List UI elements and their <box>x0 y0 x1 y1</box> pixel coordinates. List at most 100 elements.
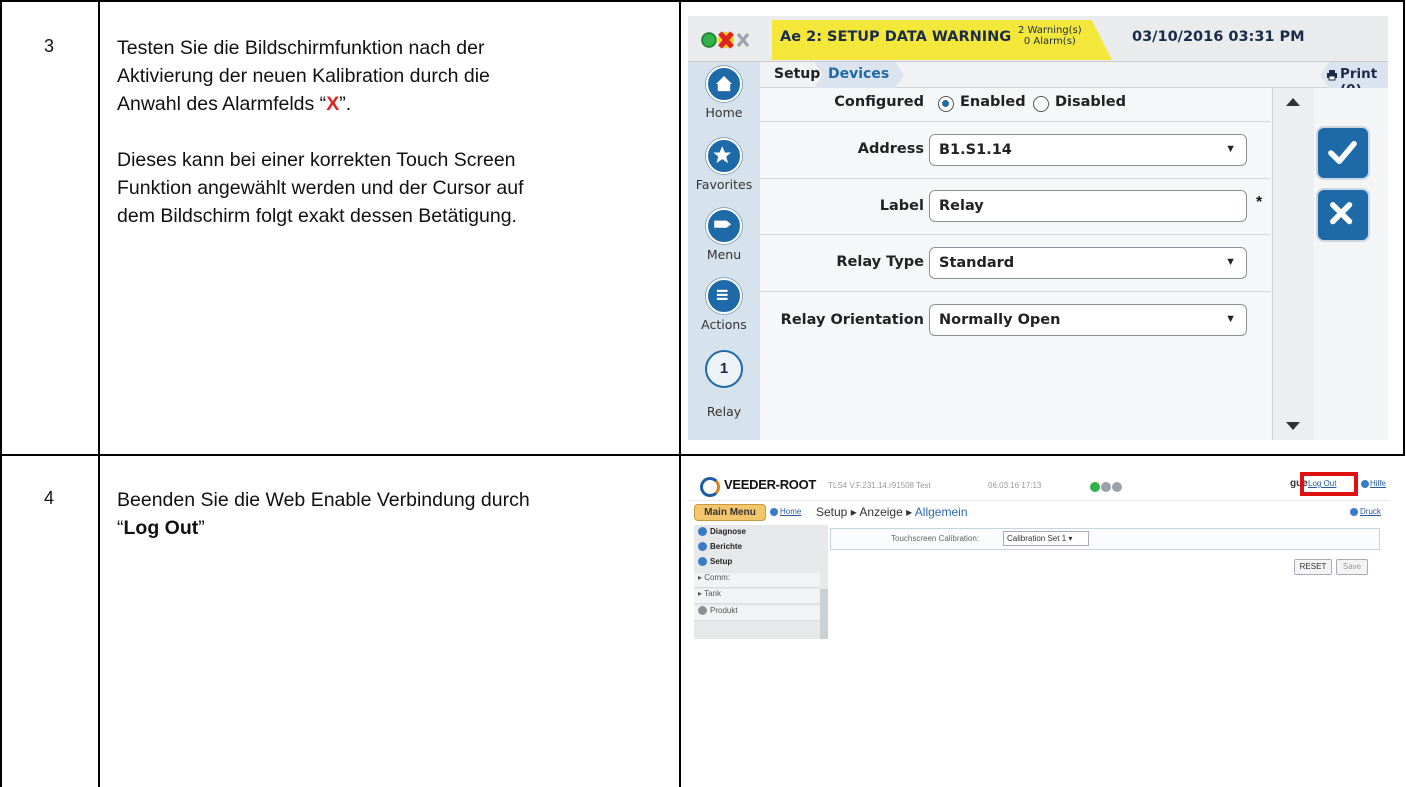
cancel-button[interactable] <box>1316 188 1370 242</box>
scroll-down-icon[interactable] <box>1286 422 1300 430</box>
warning-count: 2 Warning(s) 0 Alarm(s) <box>1018 25 1082 47</box>
step-description: Testen Sie die Bildschirmfunktion nach d… <box>117 34 667 258</box>
orientation-label: Relay Orientation <box>780 312 924 328</box>
chevron-down-icon: ▼ <box>1225 313 1236 325</box>
form-scrollbar[interactable] <box>1272 88 1314 440</box>
print-button[interactable]: Print (0) <box>1320 62 1388 88</box>
table-border-col2 <box>679 0 681 787</box>
orientation-value: Normally Open <box>939 312 1061 328</box>
row-configured: Configured Enabled Disabled <box>760 88 1270 122</box>
menu-tag-icon <box>706 208 742 244</box>
nav-favorites[interactable]: Favorites <box>688 138 760 192</box>
calibration-label: Touchscreen Calibration: <box>891 534 980 543</box>
web-header: VEEDER-ROOT TLS4 V.F.231.14.r91508 Test … <box>688 471 1388 501</box>
console-breadcrumb: Setup Devices Print (0) <box>760 62 1388 88</box>
nav-label: Favorites <box>695 177 753 192</box>
step-description: Beenden Sie die Web Enable Verbindung du… <box>117 486 667 542</box>
print-icon <box>1350 508 1358 516</box>
calibration-value: Calibration Set 1 <box>1007 534 1067 543</box>
breadcrumb-setup[interactable]: Setup <box>774 66 820 82</box>
enabled-radio[interactable] <box>938 96 954 112</box>
close-icon <box>1330 202 1353 225</box>
text-line: Anwahl des Alarmfelds “ <box>117 93 327 115</box>
text-line: ” <box>198 517 205 539</box>
main-menu-button[interactable]: Main Menu <box>694 504 766 521</box>
home-link[interactable]: Home <box>780 507 801 516</box>
console-sidebar: Home Favorites Menu Actions 1 Relay <box>688 62 760 440</box>
sidebar-item-label: Diagnose <box>710 527 747 536</box>
sidebar-item-tank[interactable]: ▸ Tank <box>694 589 820 604</box>
sidebar-item-comm[interactable]: ▸ Comm: <box>694 573 820 588</box>
help-icon <box>1361 480 1369 488</box>
row-relay-type: Relay Type Standard ▼ <box>760 235 1270 292</box>
setup-icon <box>698 557 707 567</box>
address-value: B1.S1.14 <box>939 142 1012 158</box>
status-alarm-icon <box>1112 482 1122 492</box>
logout-link[interactable]: Log Out <box>1308 479 1337 488</box>
sidebar-item-produkt[interactable]: Produkt <box>694 606 820 621</box>
relay-type-select[interactable]: Standard ▼ <box>929 247 1247 279</box>
breadcrumb-devices-label: Devices <box>828 66 890 82</box>
log-out-emphasis: Log Out <box>123 517 199 539</box>
nav-actions[interactable]: Actions <box>688 278 760 332</box>
address-select[interactable]: B1.S1.14 ▼ <box>929 134 1247 166</box>
sidebar-scrollbar[interactable] <box>820 589 828 639</box>
web-sidebar: Diagnose Berichte Setup ▸ Comm: ▸ Tank P… <box>694 525 828 639</box>
nav-home[interactable]: Home <box>688 66 760 120</box>
scroll-up-icon[interactable] <box>1286 98 1300 106</box>
web-menubar: Main Menu Home Setup ▸ Anzeige ▸ Allgeme… <box>688 502 1388 524</box>
calibration-panel: Touchscreen Calibration: Calibration Set… <box>830 528 1380 550</box>
disabled-radio-label: Disabled <box>1055 94 1126 110</box>
printer-icon <box>1327 70 1337 81</box>
nav-menu[interactable]: Menu <box>688 208 760 262</box>
device-form: Configured Enabled Disabled Address B1.S… <box>760 88 1270 440</box>
save-button[interactable]: Save <box>1336 559 1368 575</box>
text-line: Aktivierung der neuen Kalibration durch … <box>117 65 490 87</box>
breadcrumb-current: Allgemein <box>914 505 968 519</box>
date-text: 06.03.16 17:13 <box>988 481 1042 490</box>
list-icon <box>706 278 742 314</box>
console-screenshot: Ae 2: SETUP DATA WARNING 2 Warning(s) 0 … <box>688 16 1388 440</box>
print-label: Print (0) <box>1340 66 1378 98</box>
label-input[interactable]: Relay <box>929 190 1247 222</box>
product-icon <box>698 606 707 616</box>
reset-button[interactable]: RESET <box>1294 559 1332 575</box>
home-icon <box>706 66 742 102</box>
accept-button[interactable] <box>1316 126 1370 180</box>
status-lights-icon[interactable] <box>700 27 770 53</box>
nav-label: Actions <box>701 317 747 332</box>
breadcrumb-path: Setup ▸ Anzeige ▸ <box>816 505 915 519</box>
status-indicators[interactable] <box>1090 479 1123 497</box>
step-number: 4 <box>44 488 55 508</box>
sidebar-item-setup[interactable]: Setup <box>694 557 820 572</box>
step-paragraph: Dieses kann bei einer korrekten Touch Sc… <box>117 146 667 230</box>
orientation-select[interactable]: Normally Open ▼ <box>929 304 1247 336</box>
table-border-top <box>0 0 1405 2</box>
disabled-radio[interactable] <box>1033 96 1049 112</box>
table-border-left <box>0 0 2 787</box>
required-asterisk: * <box>1256 194 1263 211</box>
enabled-radio-label: Enabled <box>960 94 1026 110</box>
help-link[interactable]: Hilfe <box>1370 479 1386 488</box>
sidebar-item-label: Produkt <box>710 606 738 615</box>
alarm-x-highlight: X <box>326 93 340 115</box>
sidebar-item-diagnose[interactable]: Diagnose <box>694 527 820 542</box>
status-warning-icon <box>1101 482 1111 492</box>
star-icon <box>706 138 742 174</box>
nav-relay[interactable]: 1 Relay <box>688 350 760 419</box>
row-label: Label Relay * <box>760 179 1270 235</box>
step-number: 3 <box>44 36 55 56</box>
diagnose-icon <box>698 527 707 537</box>
configured-label: Configured <box>834 94 924 110</box>
home-icon <box>770 508 778 516</box>
calibration-select[interactable]: Calibration Set 1 ▾ <box>1003 531 1089 546</box>
sidebar-item-berichte[interactable]: Berichte <box>694 542 820 557</box>
console-datetime: 03/10/2016 03:31 PM <box>1132 29 1305 45</box>
status-ok-icon <box>1090 482 1100 492</box>
print-link[interactable]: Druck <box>1360 507 1381 516</box>
address-label: Address <box>857 141 924 157</box>
nav-label: Relay <box>706 404 742 419</box>
row-address: Address B1.S1.14 ▼ <box>760 122 1270 179</box>
breadcrumb-devices[interactable]: Devices <box>814 62 904 88</box>
text-line: Dieses kann bei einer korrekten Touch Sc… <box>117 149 516 171</box>
